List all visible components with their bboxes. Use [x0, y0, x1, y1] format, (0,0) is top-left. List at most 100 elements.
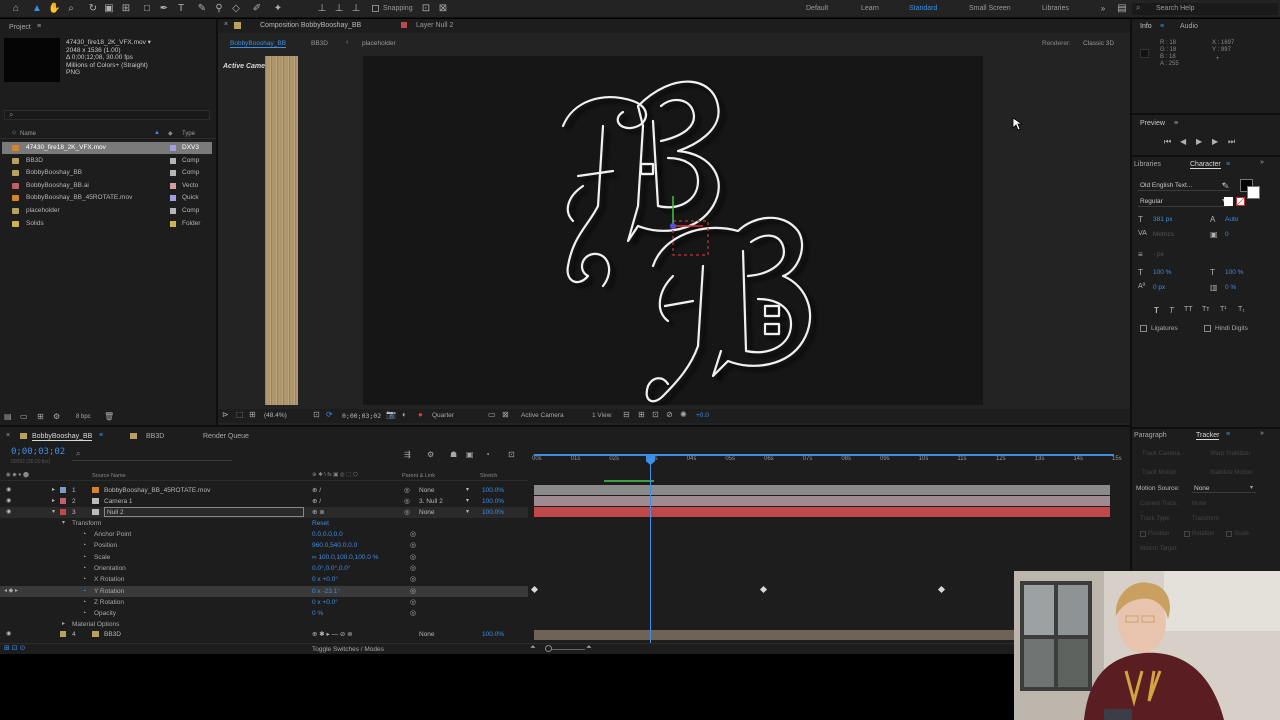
scale-checkbox[interactable]: [1226, 531, 1232, 537]
character-tab[interactable]: Character: [1190, 161, 1221, 169]
layer-switches-icon[interactable]: ⊕ ✱ ▸ — ⊘ ⊚: [312, 629, 353, 640]
property-value[interactable]: 0 x +0.0°: [312, 597, 338, 608]
label-color[interactable]: [60, 498, 66, 504]
footer-icons[interactable]: ⊞ ⊡ ⊙: [4, 644, 26, 652]
layer-name[interactable]: Null 2: [104, 507, 304, 517]
stroke-width-field[interactable]: - px: [1153, 251, 1164, 258]
layer-row[interactable]: ◉ ▾ 3 Null 2 ⊕ ⊚ ◎ None ▾ 100.0%: [0, 507, 528, 518]
stopwatch-icon[interactable]: ◔: [82, 563, 86, 574]
pickwhip-icon[interactable]: ◎: [410, 540, 416, 551]
property-value[interactable]: 0.0,0.0,0.0: [312, 529, 343, 540]
layer-switches-icon[interactable]: ⊕ ⊚: [312, 507, 325, 518]
playhead-line[interactable]: [650, 457, 651, 643]
graph-editor-icon[interactable]: ⊡: [508, 450, 515, 459]
project-item[interactable]: 47430_fire18_2K_VFX.mov DXV3: [2, 142, 212, 154]
kerning-field[interactable]: Metrics: [1153, 231, 1174, 238]
settings-icon[interactable]: ⚙: [53, 412, 60, 421]
layer-name[interactable]: Camera 1: [104, 496, 133, 507]
keyframe-nav-icon[interactable]: ◂ ◆ ▸: [4, 586, 18, 597]
work-area-bar[interactable]: [534, 454, 1114, 456]
camera-view-select[interactable]: Active Camera: [521, 412, 564, 419]
zoom-level[interactable]: (48.4%): [264, 412, 287, 419]
breadcrumb-placeholder[interactable]: placeholder: [362, 40, 396, 47]
tracking-field[interactable]: 0: [1225, 231, 1229, 238]
pan-behind-tool-icon[interactable]: ⊞: [120, 3, 132, 15]
no-color-swatch[interactable]: [1236, 197, 1245, 206]
rotation-checkbox[interactable]: [1184, 531, 1190, 537]
toggle-switches-button[interactable]: Toggle Switches / Modes: [312, 646, 384, 653]
layer-row[interactable]: ◉ ▸ 2 Camera 1 ⊕ / ◎ 3. Null 2 ▾ 100.0%: [0, 496, 528, 507]
eye-icon[interactable]: ◉: [6, 629, 11, 640]
pickwhip-icon[interactable]: ◎: [410, 529, 416, 540]
workspace-small-screen[interactable]: Small Screen: [969, 5, 1011, 12]
info-menu-icon[interactable]: ≡: [1160, 23, 1164, 30]
transform-reset[interactable]: Reset: [312, 518, 329, 529]
label-color[interactable]: [170, 145, 176, 151]
layer-row-bb3d[interactable]: ◉ 4 BB3D ⊕ ✱ ▸ — ⊘ ⊚ None 100.0%: [0, 629, 528, 640]
flowchart-icon[interactable]: ⊡: [652, 410, 659, 419]
property-row[interactable]: ◔ Z Rotation 0 x +0.0° ◎: [0, 597, 528, 608]
expand-panel-icon[interactable]: »: [1260, 159, 1264, 166]
stretch-value[interactable]: 100.0%: [482, 496, 504, 507]
frame-blending-icon[interactable]: ▣: [466, 450, 474, 459]
label-color[interactable]: [170, 157, 176, 164]
layer-switches-icon[interactable]: ⊕ /: [312, 485, 321, 496]
superscript-icon[interactable]: T¹: [1220, 306, 1227, 313]
roto-brush-tool-icon[interactable]: ✐: [251, 3, 263, 15]
layer-row[interactable]: ◉ ▸ 1 BobbyBooshay_BB_45ROTATE.mov ⊕ / ◎ None ▾…: [0, 485, 528, 496]
parent-select[interactable]: None: [419, 629, 435, 640]
stretch-value[interactable]: 100.0%: [482, 507, 504, 518]
parent-pickwhip-icon[interactable]: ◎: [404, 496, 410, 507]
stretch-value[interactable]: 100.0%: [482, 485, 504, 496]
character-menu-icon[interactable]: ≡: [1226, 161, 1230, 168]
always-preview-icon[interactable]: ⊳: [222, 410, 229, 419]
eye-icon[interactable]: ◉: [6, 485, 11, 496]
keyframe[interactable]: [759, 585, 768, 594]
label-color[interactable]: [170, 182, 176, 189]
label-color[interactable]: [170, 220, 176, 227]
font-size-field[interactable]: 381 px: [1153, 216, 1173, 223]
property-value[interactable]: 960.0,540.0,0.0: [312, 540, 357, 551]
preview-menu-icon[interactable]: ≡: [1174, 120, 1178, 127]
parent-select[interactable]: None: [419, 507, 435, 518]
pickwhip-icon[interactable]: ◎: [410, 597, 416, 608]
delete-icon[interactable]: 🗑: [104, 412, 114, 421]
snapshot-icon[interactable]: 📷: [386, 410, 396, 419]
pen-tool-icon[interactable]: ✒: [158, 3, 170, 15]
expand-tracker-icon[interactable]: »: [1260, 430, 1264, 437]
ligatures-checkbox[interactable]: [1140, 325, 1147, 332]
col-type[interactable]: Type: [182, 131, 195, 137]
current-timecode[interactable]: 0;00;03;02: [11, 447, 65, 457]
close-tab-icon[interactable]: ×: [224, 21, 228, 28]
world-axis-icon[interactable]: ⊥: [333, 3, 345, 15]
workspace-learn[interactable]: Learn: [861, 5, 879, 12]
local-axis-icon[interactable]: ⊥: [316, 3, 328, 15]
col-parent[interactable]: Parent & Link: [402, 473, 435, 479]
zoom-out-icon[interactable]: ⏶: [530, 644, 536, 652]
layer-bar-camera[interactable]: [534, 496, 1110, 506]
comp-canvas[interactable]: [363, 56, 983, 405]
next-frame-icon[interactable]: ▶: [1212, 137, 1218, 146]
all-caps-icon[interactable]: TT: [1184, 306, 1193, 313]
comp-mini-flowchart-icon[interactable]: ⇶: [404, 450, 411, 459]
comp-tab[interactable]: Composition BobbyBooshay_BB: [260, 22, 361, 29]
first-frame-icon[interactable]: ⏮: [1164, 137, 1171, 147]
home-icon[interactable]: ⌂: [10, 3, 22, 15]
stretch-value[interactable]: 100.0%: [482, 629, 504, 640]
font-family-select[interactable]: Old English Text... ▾: [1138, 180, 1230, 191]
layer-switches-icon[interactable]: ⊕ /: [312, 496, 321, 507]
position-checkbox[interactable]: [1140, 531, 1146, 537]
property-row[interactable]: ◔ Opacity 0 % ◎: [0, 608, 528, 619]
tracker-tab[interactable]: Tracker: [1196, 432, 1220, 440]
property-row[interactable]: ◔ Anchor Point 0.0,0.0,0.0 ◎: [0, 529, 528, 540]
project-item[interactable]: Solids Folder: [2, 218, 212, 230]
property-value[interactable]: ∞ 100.0,100.0,100.0 %: [312, 552, 378, 563]
bpc-label[interactable]: 8 bpc: [76, 414, 91, 420]
renderer-value[interactable]: Classic 3D: [1083, 40, 1114, 47]
zoom-tool-icon[interactable]: ⌕: [65, 3, 77, 15]
stopwatch-icon[interactable]: ◔: [82, 574, 86, 585]
stopwatch-icon[interactable]: ◔: [82, 608, 86, 619]
reset-exposure-icon[interactable]: ⊞: [638, 410, 645, 419]
property-row[interactable]: ◔ Position 960.0,540.0,0.0 ◎: [0, 540, 528, 551]
pickwhip-icon[interactable]: ◎: [410, 608, 416, 619]
